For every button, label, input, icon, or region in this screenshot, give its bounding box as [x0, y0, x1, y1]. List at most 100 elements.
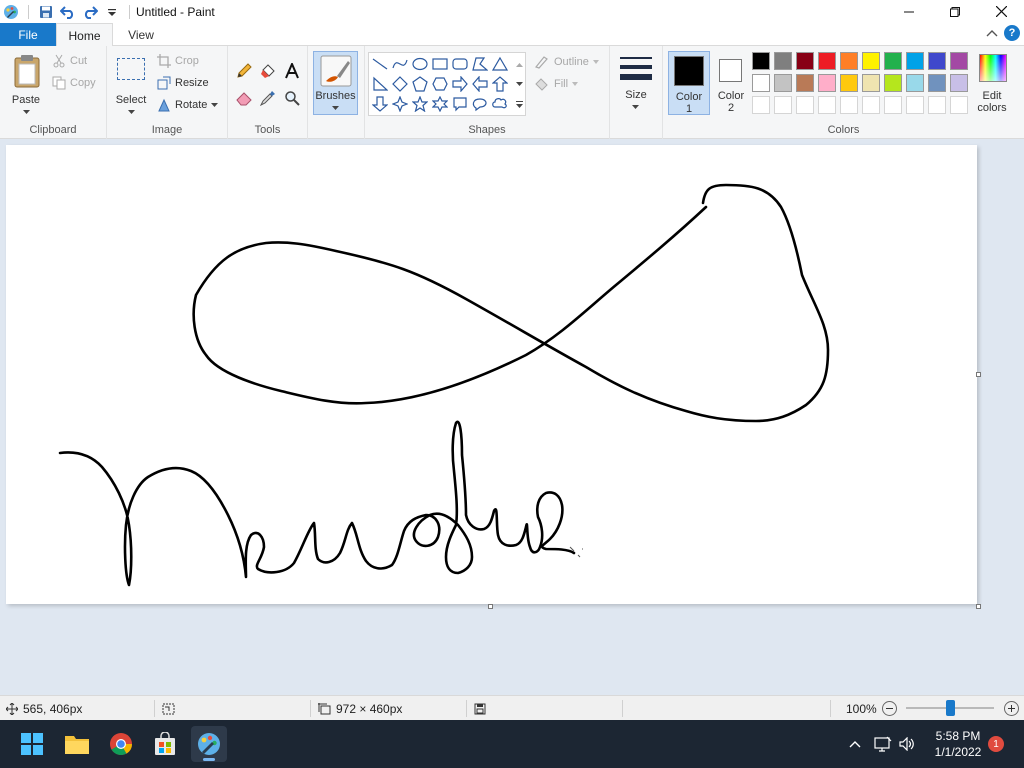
resize-handle-bottom[interactable]: [488, 604, 493, 609]
diamond-shape-icon[interactable]: [391, 75, 409, 93]
size-button[interactable]: Size: [614, 51, 658, 115]
palette-swatch[interactable]: [752, 74, 770, 92]
pentagon-shape-icon[interactable]: [411, 75, 429, 93]
close-button[interactable]: [978, 0, 1024, 23]
curve-shape-icon[interactable]: [391, 55, 409, 73]
six-point-star-shape-icon[interactable]: [431, 95, 449, 113]
hexagon-shape-icon[interactable]: [431, 75, 449, 93]
palette-swatch[interactable]: [862, 52, 880, 70]
oval-shape-icon[interactable]: [411, 55, 429, 73]
custom-color-slot[interactable]: [862, 96, 880, 114]
palette-swatch[interactable]: [906, 52, 924, 70]
shapes-expand-icon[interactable]: [513, 95, 525, 113]
custom-color-slot[interactable]: [884, 96, 902, 114]
file-explorer-button[interactable]: [59, 726, 95, 762]
custom-color-slot[interactable]: [818, 96, 836, 114]
custom-color-slot[interactable]: [752, 96, 770, 114]
fill-button-shapes[interactable]: Fill: [534, 77, 579, 91]
palette-swatch[interactable]: [950, 52, 968, 70]
shapes-scroll-up-icon[interactable]: [513, 55, 525, 73]
resize-handle-right[interactable]: [976, 372, 981, 377]
start-button[interactable]: [14, 726, 50, 762]
palette-swatch[interactable]: [752, 52, 770, 70]
custom-color-slot[interactable]: [906, 96, 924, 114]
palette-swatch[interactable]: [796, 74, 814, 92]
custom-color-slot[interactable]: [928, 96, 946, 114]
five-point-star-shape-icon[interactable]: [411, 95, 429, 113]
up-arrow-shape-icon[interactable]: [491, 75, 509, 93]
crop-button[interactable]: Crop: [157, 54, 199, 68]
paint-taskbar-button[interactable]: [191, 726, 227, 762]
right-triangle-shape-icon[interactable]: [371, 75, 389, 93]
palette-swatch[interactable]: [884, 74, 902, 92]
copy-button[interactable]: Copy: [52, 76, 96, 90]
palette-swatch[interactable]: [884, 52, 902, 70]
palette-swatch[interactable]: [862, 74, 880, 92]
tab-home[interactable]: Home: [56, 23, 113, 47]
cut-button[interactable]: Cut: [52, 54, 87, 68]
zoom-in-button[interactable]: [1004, 701, 1019, 716]
color1-button[interactable]: Color 1: [668, 51, 710, 115]
palette-swatch[interactable]: [840, 52, 858, 70]
redo-icon[interactable]: [79, 1, 101, 23]
palette-swatch[interactable]: [950, 74, 968, 92]
help-icon[interactable]: ?: [1004, 25, 1020, 41]
right-arrow-shape-icon[interactable]: [451, 75, 469, 93]
color2-button[interactable]: Color 2: [711, 51, 751, 115]
paste-button[interactable]: Paste: [6, 52, 46, 116]
rounded-callout-shape-icon[interactable]: [451, 95, 469, 113]
palette-swatch[interactable]: [818, 52, 836, 70]
paint-app-icon[interactable]: [0, 1, 22, 23]
magnifier-button[interactable]: [282, 88, 302, 108]
cloud-callout-shape-icon[interactable]: [491, 95, 509, 113]
customize-toolbar-icon[interactable]: [101, 1, 123, 23]
zoom-out-button[interactable]: [882, 701, 897, 716]
left-arrow-shape-icon[interactable]: [471, 75, 489, 93]
palette-swatch[interactable]: [796, 52, 814, 70]
edit-colors-button[interactable]: Edit colors: [974, 51, 1014, 115]
collapse-ribbon-icon[interactable]: [986, 28, 998, 38]
fill-button[interactable]: [258, 61, 278, 81]
palette-swatch[interactable]: [774, 52, 792, 70]
palette-swatch[interactable]: [840, 74, 858, 92]
outline-button[interactable]: Outline: [534, 55, 599, 69]
network-button[interactable]: [870, 720, 896, 768]
save-icon[interactable]: [35, 1, 57, 23]
resize-handle-corner[interactable]: [976, 604, 981, 609]
color-picker-button[interactable]: [258, 88, 278, 108]
shapes-scroll-down-icon[interactable]: [513, 75, 525, 93]
palette-swatch[interactable]: [906, 74, 924, 92]
undo-icon[interactable]: [57, 1, 79, 23]
clock[interactable]: 5:58 PM 1/1/2022: [928, 728, 988, 760]
chrome-button[interactable]: [103, 726, 139, 762]
custom-color-slot[interactable]: [774, 96, 792, 114]
rounded-rectangle-shape-icon[interactable]: [451, 55, 469, 73]
brushes-button[interactable]: Brushes: [313, 51, 358, 115]
palette-swatch[interactable]: [928, 74, 946, 92]
minimize-button[interactable]: [886, 0, 932, 23]
four-point-star-shape-icon[interactable]: [391, 95, 409, 113]
custom-color-slot[interactable]: [950, 96, 968, 114]
oval-callout-shape-icon[interactable]: [471, 95, 489, 113]
notification-badge[interactable]: 1: [988, 736, 1004, 752]
show-hidden-icons-button[interactable]: [846, 720, 864, 768]
select-button[interactable]: Select: [113, 52, 149, 116]
resize-button[interactable]: Resize: [157, 76, 209, 90]
custom-color-slot[interactable]: [796, 96, 814, 114]
rectangle-shape-icon[interactable]: [431, 55, 449, 73]
down-arrow-shape-icon[interactable]: [371, 95, 389, 113]
tab-file[interactable]: File: [0, 23, 56, 46]
polygon-shape-icon[interactable]: [471, 55, 489, 73]
pencil-button[interactable]: [234, 61, 254, 81]
tab-view[interactable]: View: [113, 23, 169, 46]
rotate-button[interactable]: Rotate: [157, 98, 219, 112]
eraser-button[interactable]: [234, 88, 254, 108]
store-button[interactable]: [147, 726, 183, 762]
line-shape-icon[interactable]: [371, 55, 389, 73]
text-button[interactable]: [282, 61, 302, 81]
custom-color-slot[interactable]: [840, 96, 858, 114]
zoom-slider-thumb[interactable]: [945, 700, 955, 716]
drawing-canvas[interactable]: [6, 145, 977, 604]
triangle-shape-icon[interactable]: [491, 55, 509, 73]
palette-swatch[interactable]: [774, 74, 792, 92]
